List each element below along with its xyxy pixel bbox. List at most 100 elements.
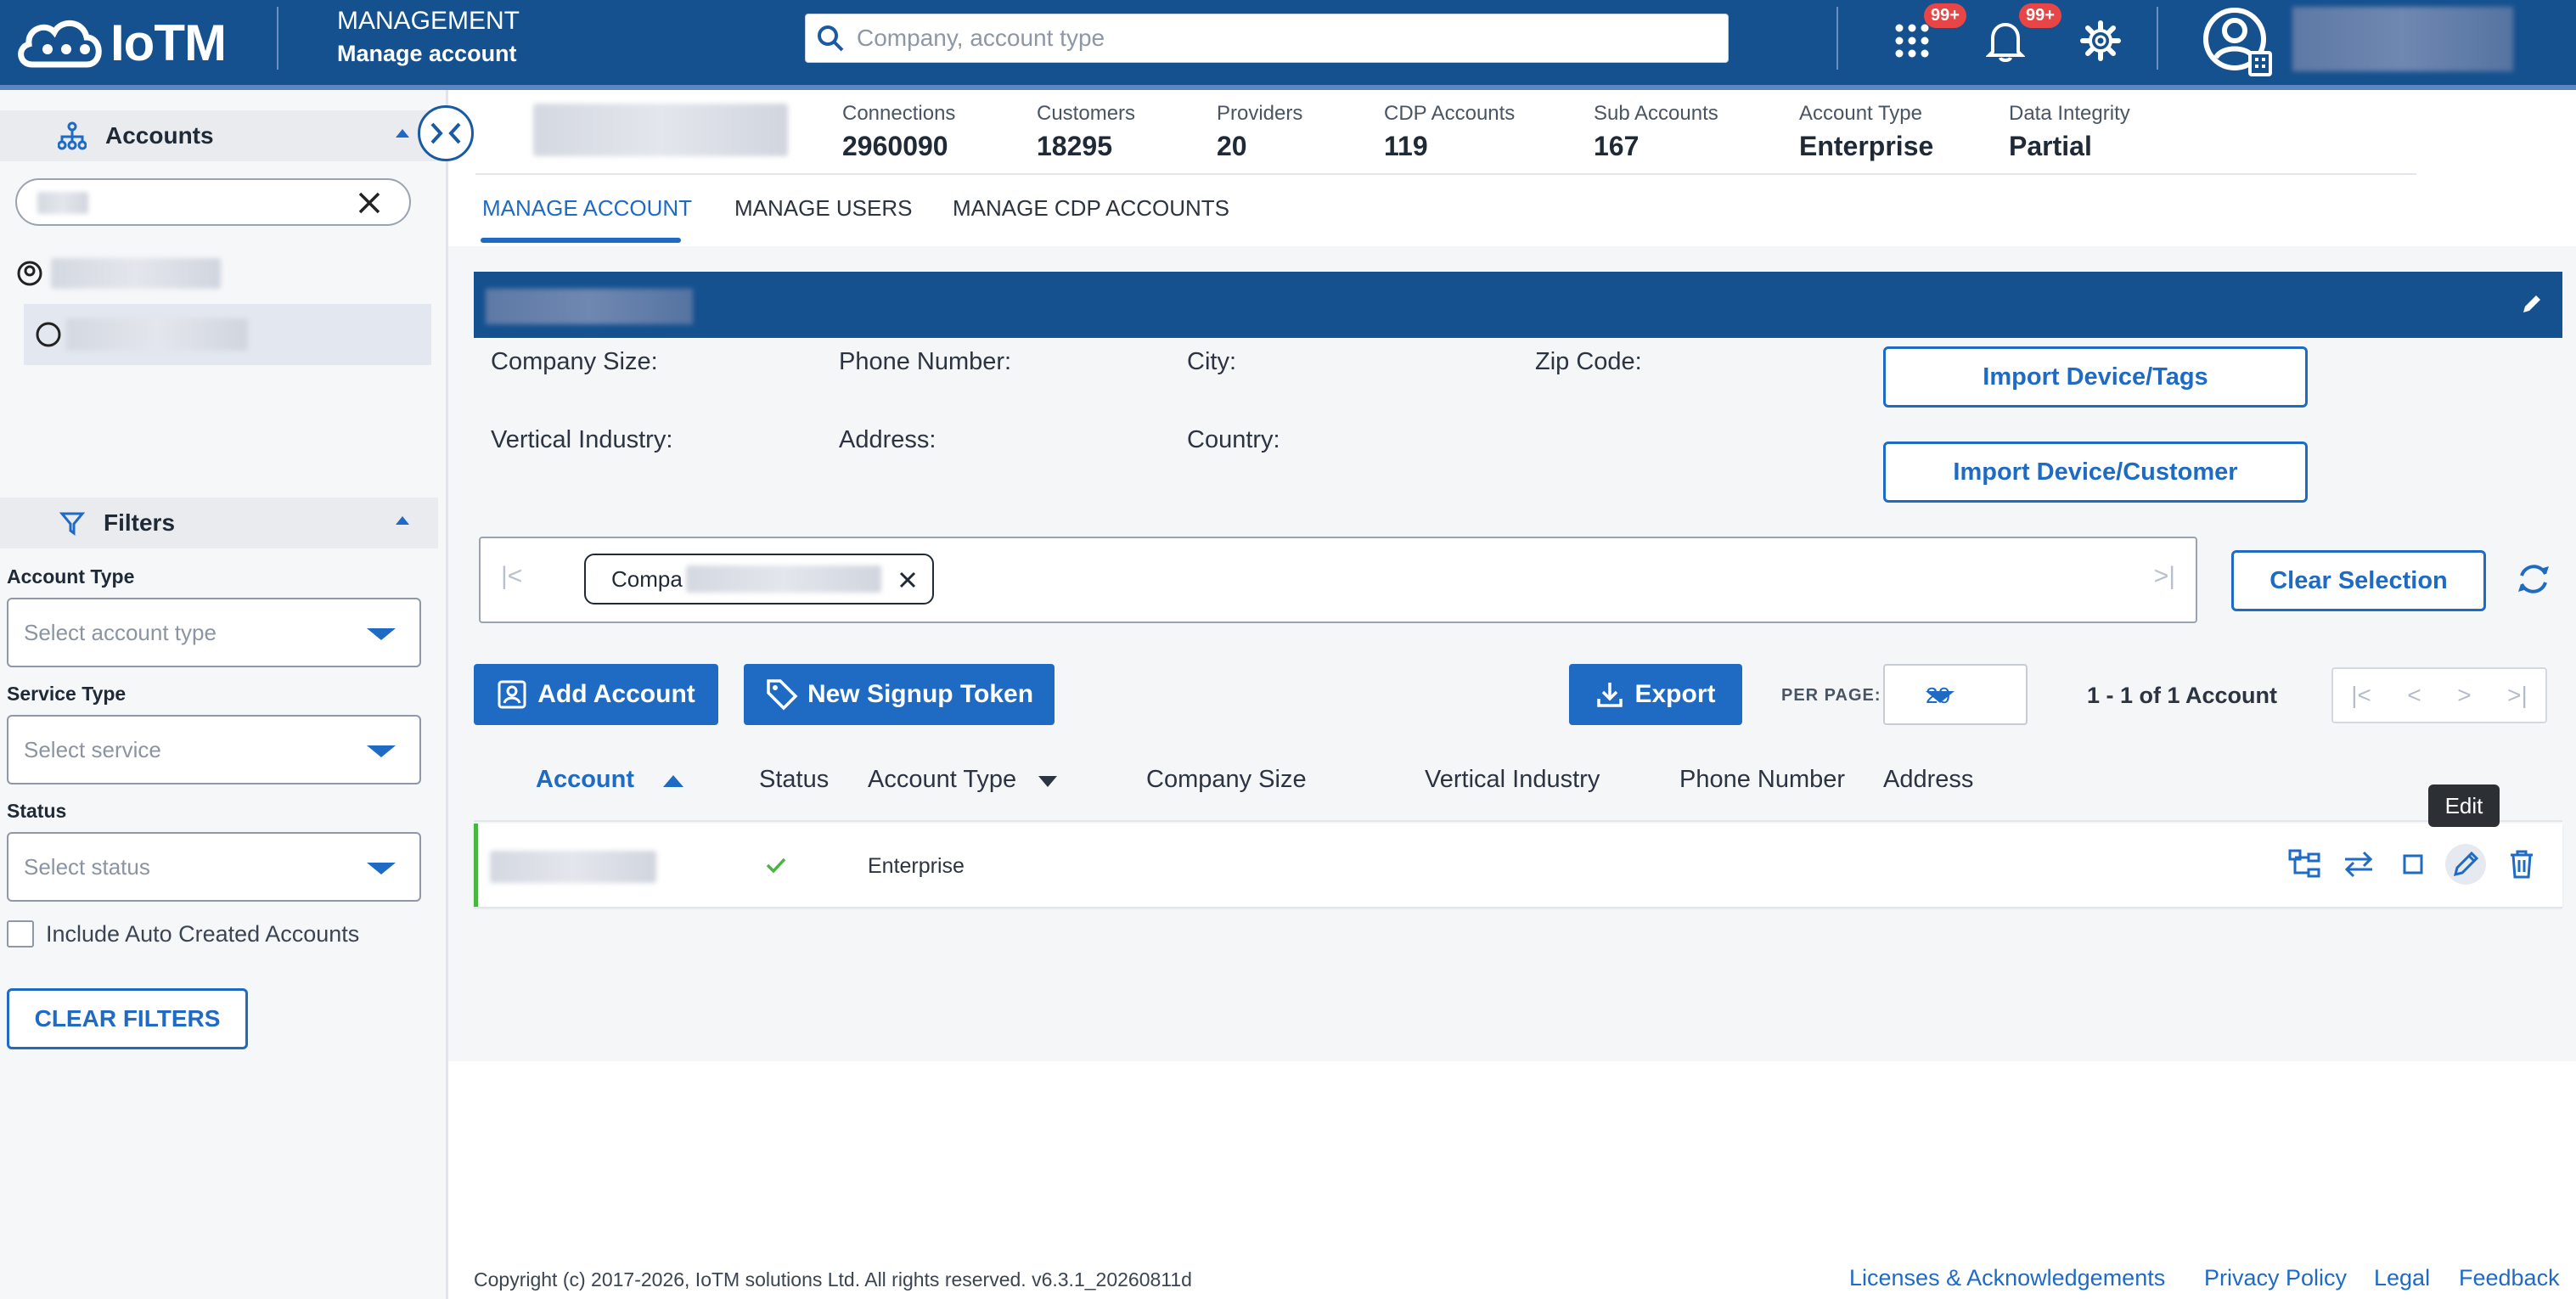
service-type-select[interactable]: Select service <box>7 715 421 784</box>
column-address[interactable]: Address <box>1883 766 1973 794</box>
accounts-panel-header[interactable]: Accounts <box>0 110 438 161</box>
clear-selection-button[interactable]: Clear Selection <box>2231 550 2486 611</box>
table-header-divider <box>474 820 2562 822</box>
tab-manage-account[interactable]: MANAGE ACCOUNT <box>482 195 692 222</box>
stat-cdp-accounts: CDP Accounts 119 <box>1384 102 1516 161</box>
account-type-select[interactable]: Select account type <box>7 598 421 667</box>
new-signup-token-label: New Signup Token <box>807 680 1034 708</box>
cloud-logo-icon <box>18 20 102 68</box>
address-field: Address: <box>839 426 936 453</box>
stat-sub-accounts: Sub Accounts 167 <box>1594 102 1718 161</box>
chip-label-redacted <box>685 565 881 593</box>
filters-panel-header[interactable]: Filters <box>0 498 438 548</box>
collapse-sidebar-button[interactable] <box>418 105 474 161</box>
add-account-button[interactable]: Add Account <box>474 664 718 725</box>
legal-link[interactable]: Legal <box>2374 1265 2430 1291</box>
account-card-header <box>474 272 2562 338</box>
search-value-redacted <box>37 192 88 214</box>
scroll-last-icon[interactable]: >| <box>2154 562 2175 591</box>
swap-arrows-icon <box>2344 851 2373 878</box>
accounts-title: Accounts <box>105 122 214 149</box>
collapse-accounts-icon[interactable] <box>396 129 409 138</box>
add-user-icon <box>498 680 526 709</box>
vertical-industry-field: Vertical Industry: <box>491 426 673 453</box>
apps-grid-icon <box>1895 24 1929 58</box>
scroll-first-icon[interactable]: |< <box>501 562 522 591</box>
active-tab-indicator <box>481 238 681 243</box>
pagination-range: 1 - 1 of 1 Account <box>2087 683 2278 708</box>
edit-action-button[interactable] <box>2445 844 2486 885</box>
header-divider <box>2157 7 2158 70</box>
first-page-icon[interactable]: |< <box>2351 682 2371 709</box>
filters-title: Filters <box>104 509 176 536</box>
logo-text: IoTM <box>110 14 227 71</box>
tab-manage-users[interactable]: MANAGE USERS <box>734 195 913 222</box>
hierarchy-icon <box>58 121 87 150</box>
prev-page-icon[interactable]: < <box>2407 682 2421 709</box>
clear-search-icon[interactable] <box>357 190 382 216</box>
last-page-icon[interactable]: >| <box>2507 682 2528 709</box>
column-company-size[interactable]: Company Size <box>1146 766 1307 794</box>
stats-divider <box>475 173 2416 175</box>
column-vertical-industry[interactable]: Vertical Industry <box>1425 766 1600 794</box>
header-divider <box>1836 7 1838 70</box>
section-title: MANAGEMENT <box>337 7 520 35</box>
account-tree-child-selected[interactable] <box>24 304 431 365</box>
edit-tooltip: Edit <box>2428 784 2500 827</box>
feedback-link[interactable]: Feedback <box>2459 1265 2560 1291</box>
phone-number-field: Phone Number: <box>839 348 1012 375</box>
include-auto-created-checkbox[interactable] <box>7 920 34 948</box>
tag-icon <box>767 679 798 711</box>
import-device-tags-button[interactable]: Import Device/Tags <box>1883 346 2308 408</box>
close-icon[interactable] <box>898 571 917 589</box>
delete-action-button[interactable] <box>2501 844 2542 885</box>
account-search-field[interactable] <box>15 178 411 226</box>
hierarchy-action-button[interactable] <box>2284 844 2325 885</box>
global-search[interactable] <box>805 14 1729 63</box>
select-action-button[interactable] <box>2393 844 2433 885</box>
refresh-icon[interactable] <box>2515 559 2552 599</box>
status-select[interactable]: Select status <box>7 832 421 902</box>
tab-manage-cdp-accounts[interactable]: MANAGE CDP ACCOUNTS <box>953 195 1229 222</box>
service-type-label: Service Type <box>7 683 127 705</box>
privacy-policy-link[interactable]: Privacy Policy <box>2204 1265 2347 1291</box>
new-signup-token-button[interactable]: New Signup Token <box>744 664 1055 725</box>
transfer-action-button[interactable] <box>2338 844 2379 885</box>
selected-account-chip[interactable]: Compa <box>584 554 934 605</box>
edit-pencil-icon <box>2453 851 2479 877</box>
iotm-logo[interactable]: IoTM <box>14 8 227 76</box>
column-phone-number[interactable]: Phone Number <box>1679 766 1845 794</box>
account-name-redacted <box>66 318 248 351</box>
account-node-icon <box>17 261 42 286</box>
clear-filters-button[interactable]: CLEAR FILTERS <box>7 988 248 1049</box>
search-input[interactable] <box>857 25 1689 52</box>
notifications-badge: 99+ <box>2019 3 2061 28</box>
column-account-type[interactable]: Account Type <box>868 766 1058 794</box>
top-bar: IoTM MANAGEMENT Manage account 99+ 99+ <box>0 0 2576 90</box>
column-status[interactable]: Status <box>759 766 829 794</box>
column-account[interactable]: Account <box>536 766 684 794</box>
include-auto-created-label: Include Auto Created Accounts <box>46 920 360 947</box>
pagination-controls: |< < > >| <box>2331 667 2547 723</box>
licenses-link[interactable]: Licenses & Acknowledgements <box>1849 1265 2165 1291</box>
import-device-customer-button[interactable]: Import Device/Customer <box>1883 441 2308 503</box>
status-label: Status <box>7 800 67 822</box>
table-row[interactable]: Enterprise <box>474 824 2562 907</box>
zip-code-field: Zip Code: <box>1535 348 1642 375</box>
chevron-down-icon <box>1926 691 1954 703</box>
include-auto-created-option[interactable]: Include Auto Created Accounts <box>7 920 359 948</box>
export-label: Export <box>1634 680 1716 708</box>
edit-pencil-icon[interactable] <box>2520 292 2544 316</box>
per-page-select[interactable]: 20 <box>1883 664 2028 725</box>
account-type-label: Account Type <box>7 565 135 588</box>
company-size-field: Company Size: <box>491 348 658 375</box>
user-avatar[interactable] <box>2199 3 2275 80</box>
row-account-redacted <box>490 851 656 883</box>
settings-button[interactable] <box>2075 15 2126 66</box>
export-button[interactable]: Export <box>1569 664 1742 725</box>
bell-icon <box>1986 22 2025 62</box>
next-page-icon[interactable]: > <box>2457 682 2471 709</box>
collapse-filters-icon[interactable] <box>396 516 409 525</box>
hierarchy-icon <box>2288 849 2320 878</box>
account-tree-root[interactable] <box>15 255 221 292</box>
